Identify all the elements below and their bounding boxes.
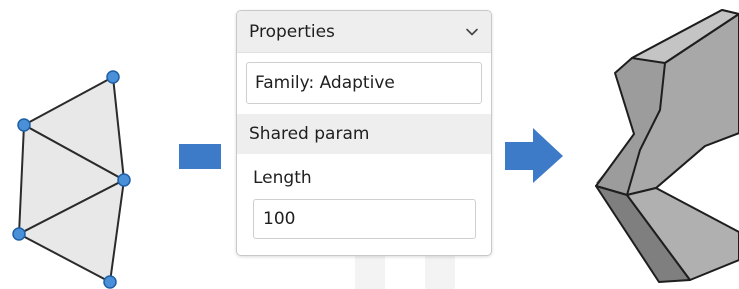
length-label: Length — [253, 168, 312, 188]
length-input[interactable] — [253, 199, 476, 239]
chevron-down-icon[interactable] — [465, 25, 479, 39]
triangle-mesh-diagram — [12, 70, 131, 289]
family-field[interactable]: Family: Adaptive — [246, 62, 482, 104]
connector-block-icon — [179, 144, 221, 169]
panel-title: Properties — [249, 21, 335, 42]
arrow-right-icon — [505, 128, 563, 183]
properties-header[interactable]: Properties — [237, 11, 491, 53]
adaptive-point[interactable] — [12, 227, 26, 241]
section-header: Shared param — [237, 114, 491, 154]
adaptive-point[interactable] — [103, 275, 117, 289]
adaptive-point[interactable] — [106, 70, 120, 84]
adaptive-point[interactable] — [17, 118, 31, 132]
adaptive-point[interactable] — [117, 173, 131, 187]
properties-panel: Properties Family: Adaptive Shared param… — [236, 10, 492, 256]
